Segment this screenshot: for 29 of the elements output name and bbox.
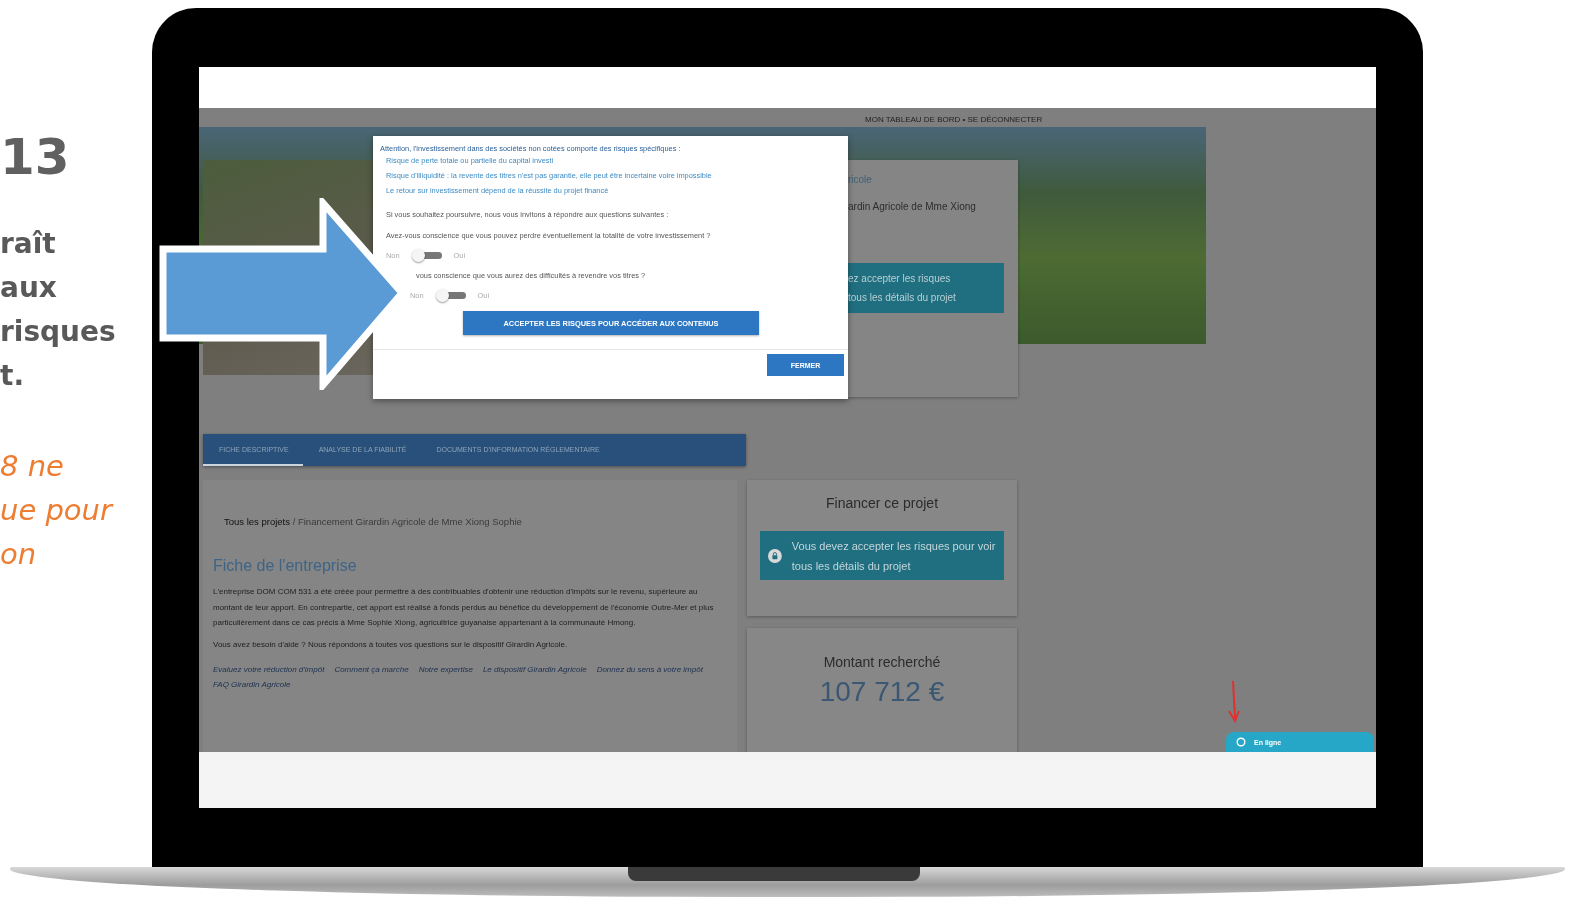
- chat-icon: [1236, 737, 1246, 747]
- paragraph: L'entreprise DOM COM 531 a été créée pour permettre à des contribuables d'obtenir une réduction d'impôts sur le revenu, supérieure au montant de leur apport. En contrepartie, cet apport est réalisé à fonds perdus au bénéfice du développement de l'économie Outre-Mer et plus particulièrement dans ce cas précis à Mme Sophie Xiong, agricultrice guyanaise appartenant à la communauté Hmong.: [213, 586, 715, 629]
- slide-text-line: t.: [0, 358, 26, 394]
- toggle-switch[interactable]: [435, 290, 466, 301]
- project-card-text: ricole: [848, 174, 873, 185]
- slide-note-line: 8 ne: [0, 448, 65, 485]
- section-heading: Fiche de l'entreprise: [213, 557, 358, 575]
- card-title: Montant recherché: [822, 654, 942, 670]
- slide-number: 13: [0, 127, 71, 188]
- slide-text-line: raît: [0, 226, 57, 262]
- help-link[interactable]: Le dispositif Girardin Agricole: [482, 662, 587, 677]
- card-title: Financer ce projet: [824, 495, 940, 511]
- project-card-text: ardin Agricole de Mme Xiong: [848, 201, 977, 212]
- notice-text: Vous devez accepter les risques pour voir tous les détails du projet: [791, 538, 996, 574]
- help-link[interactable]: Comment ça marche: [334, 662, 409, 677]
- paragraph: Vous avez besoin d'aide ? Nous répondons à toutes vos questions sur le dispositif Girardin Agricole.: [213, 638, 569, 651]
- toggle-switch[interactable]: [411, 250, 442, 261]
- down-arrow-icon: [1227, 680, 1241, 724]
- slide-text-line: risques: [0, 314, 116, 350]
- breadcrumb: Tous les projets / Financement Girardin Agricole de Mme Xiong Sophie: [224, 516, 523, 527]
- help-link[interactable]: Notre expertise: [418, 662, 473, 677]
- help-link[interactable]: Donnez du sens à votre impôt: [596, 662, 703, 677]
- help-link[interactable]: FAQ Girardin Agricole: [213, 677, 291, 692]
- help-link[interactable]: Evaluez votre réduction d'impôt: [213, 662, 325, 677]
- slide-text-line: aux: [0, 270, 58, 306]
- slide-note-line: ue pour: [0, 492, 115, 529]
- slide-note-line: on: [0, 536, 38, 573]
- account-links[interactable]: MON TABLEAU DE BORD • SE DÉCONNECTER: [865, 115, 1043, 124]
- amount-value: 107 712 €: [818, 676, 946, 708]
